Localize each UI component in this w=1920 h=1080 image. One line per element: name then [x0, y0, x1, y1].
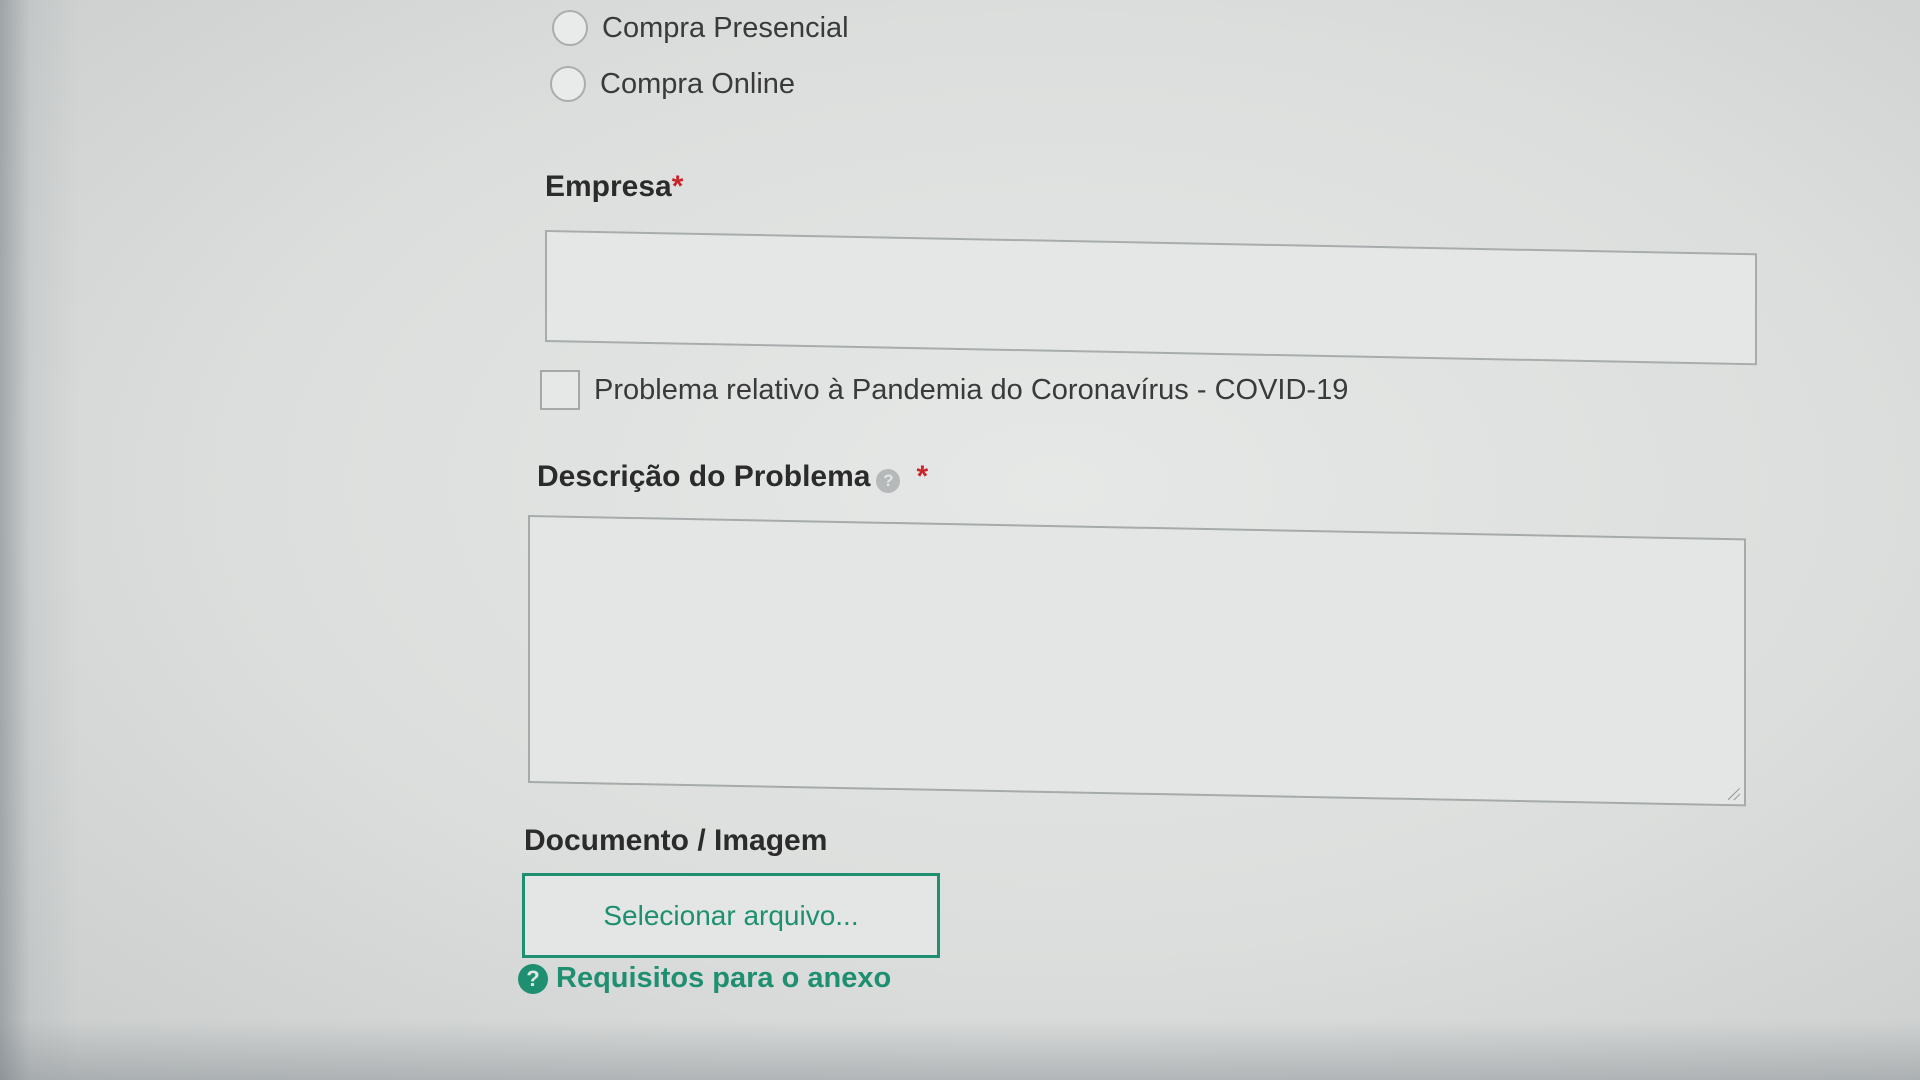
- empresa-input[interactable]: [545, 230, 1757, 366]
- required-marker: *: [916, 460, 929, 493]
- radio-label: Compra Online: [600, 67, 796, 100]
- radio-label: Compra Presencial: [602, 11, 849, 44]
- descricao-textarea[interactable]: [528, 515, 1746, 807]
- select-file-button[interactable]: Selecionar arquivo...: [522, 873, 940, 958]
- documento-label: Documento / Imagem: [524, 824, 828, 857]
- covid-checkbox-label: Problema relativo à Pandemia do Coronaví…: [594, 373, 1349, 406]
- complaint-form: Compra Presencial Compra Online Empresa*…: [0, 0, 1920, 1080]
- descricao-label: Descrição do Problema ? *: [537, 460, 928, 494]
- radio-compra-presencial[interactable]: Compra Presencial: [552, 10, 849, 46]
- resize-grip-icon[interactable]: [1728, 788, 1740, 801]
- empresa-label-text: Empresa: [545, 170, 672, 203]
- descricao-label-text: Descrição do Problema: [537, 460, 871, 493]
- radio-compra-online[interactable]: Compra Online: [550, 66, 795, 102]
- requirements-link-text[interactable]: Requisitos para o anexo: [556, 962, 891, 995]
- covid-checkbox[interactable]: [540, 370, 580, 410]
- attachment-requirements-link[interactable]: ? Requisitos para o anexo: [518, 962, 891, 995]
- question-icon: ?: [518, 963, 548, 994]
- radio-button[interactable]: [552, 10, 588, 46]
- covid-checkbox-row[interactable]: Problema relativo à Pandemia do Coronaví…: [540, 370, 1348, 410]
- required-marker: *: [671, 170, 684, 203]
- empresa-label: Empresa*: [545, 170, 683, 204]
- radio-button[interactable]: [550, 66, 586, 102]
- help-icon[interactable]: ?: [876, 469, 901, 493]
